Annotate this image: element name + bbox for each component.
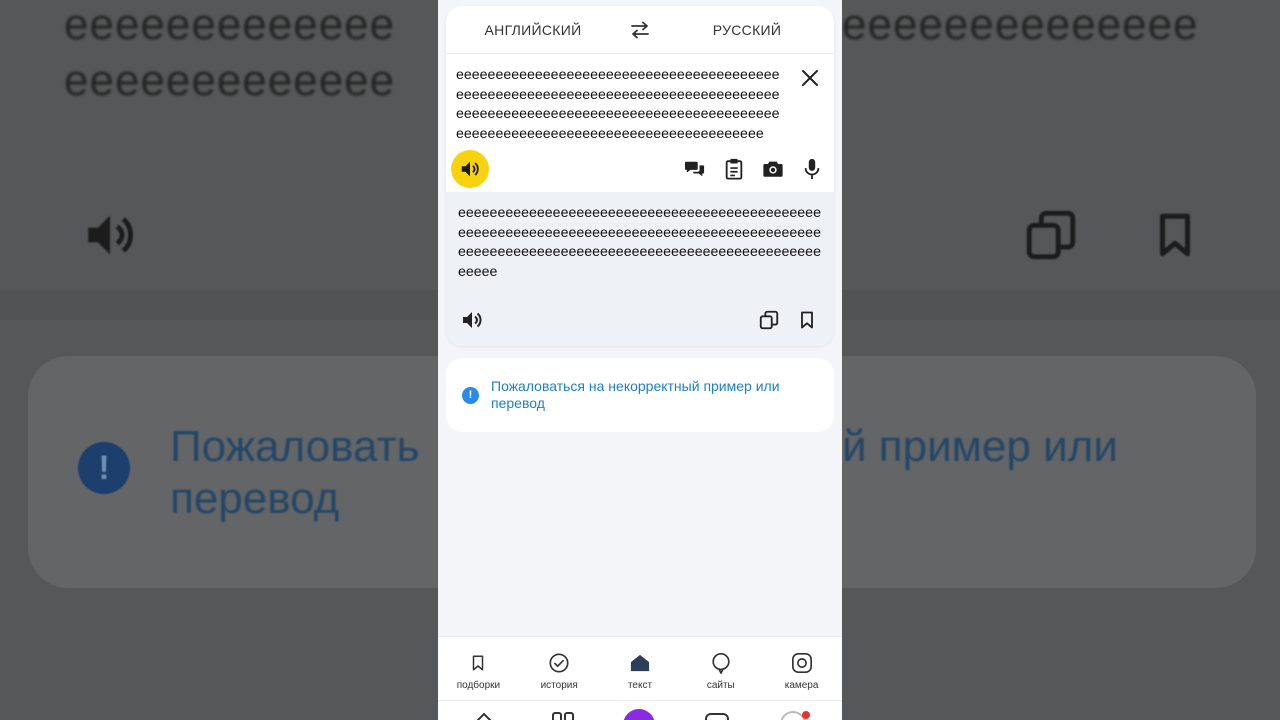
source-input-area[interactable]: eeeeeeeeeeeeeeeeeeeeeeeeeeeeeeeeeeeeeeee…: [446, 54, 834, 190]
clipboard-icon: [725, 158, 743, 180]
clear-button[interactable]: [798, 66, 822, 90]
paste-button[interactable]: [723, 158, 745, 180]
tab-sites[interactable]: сайты: [680, 637, 761, 700]
translation-speak-button[interactable]: [460, 308, 484, 337]
bg-report-line1-right: й пример или: [842, 422, 1118, 471]
bookmark-icon: [473, 655, 484, 671]
tab-collections[interactable]: подборки: [438, 637, 519, 700]
language-bar: АНГЛИЙСКИЙ РУССКИЙ: [446, 6, 834, 54]
translator-card: АНГЛИЙСКИЙ РУССКИЙ eeeeeeeeeeeeeeeeeeeee…: [446, 6, 834, 346]
sites-bubble-icon: [712, 653, 730, 674]
speaker-icon: [463, 312, 482, 328]
bg-speaker-icon: [88, 215, 133, 255]
camera-icon: [763, 161, 783, 177]
translation-text[interactable]: eeeeeeeeeeeeeeeeeeeeeeeeeeeeeeeeeeeeeeee…: [458, 204, 822, 282]
tab-camera[interactable]: камера: [761, 637, 842, 700]
info-icon: !: [462, 387, 479, 404]
tab-history[interactable]: история: [519, 637, 600, 700]
alice-assistant-icon[interactable]: [623, 709, 655, 720]
source-language-button[interactable]: АНГЛИЙСКИЙ: [446, 22, 620, 38]
bg-text-line1: eeeeeeeeeeeee: [64, 0, 396, 49]
phone-screen: АНГЛИЙСКИЙ РУССКИЙ eeeeeeeeeeeeeeeeeeeee…: [438, 0, 842, 720]
bottom-tab-bar: подборки история текст сайты камера: [438, 636, 842, 700]
copy-icon: [759, 310, 779, 330]
copy-button[interactable]: [758, 309, 780, 336]
source-toolbar: [446, 148, 834, 188]
swap-languages-button[interactable]: [620, 21, 660, 39]
notification-dot: [802, 711, 810, 719]
dialog-button[interactable]: [684, 158, 706, 180]
report-link[interactable]: Пожаловаться на некорректный пример или …: [491, 378, 818, 412]
bg-text-line1-right: eeeeeeeeeeeeee: [842, 0, 1199, 49]
tab-label: текст: [627, 680, 653, 691]
tab-label: история: [540, 680, 578, 691]
tab-label: сайты: [706, 680, 735, 691]
camera-button[interactable]: [762, 158, 784, 180]
bg-report-line1-left: Пожаловать: [170, 422, 420, 471]
chat-bubbles-icon: [685, 161, 705, 177]
source-speak-button[interactable]: [451, 150, 489, 188]
bg-text-line2: eeeeeeeeeeeee: [64, 56, 396, 105]
home-text-icon: [630, 654, 650, 672]
save-bookmark-button[interactable]: [797, 309, 817, 336]
translation-toolbar: [446, 308, 834, 332]
voice-input-button[interactable]: [801, 158, 823, 180]
microphone-icon: [804, 158, 820, 180]
home-outline-icon[interactable]: [472, 711, 496, 720]
bg-bookmark-icon: [1160, 213, 1190, 257]
bg-info-icon: !: [78, 442, 130, 494]
system-navigation-bar: [438, 700, 842, 720]
camera-lens-icon: [791, 653, 812, 673]
chat-icon[interactable]: [704, 711, 730, 720]
translation-area: eeeeeeeeeeeeeeeeeeeeeeeeeeeeeeeeeeeeeeee…: [446, 192, 834, 346]
tab-label: камера: [784, 680, 819, 691]
apps-grid-icon[interactable]: [551, 711, 575, 720]
swap-arrows-icon: [631, 21, 649, 38]
tab-label: подборки: [456, 680, 501, 691]
history-check-icon: [549, 653, 569, 673]
source-text[interactable]: eeeeeeeeeeeeeeeeeeeeeeeeeeeeeeeeeeeeeeee…: [456, 66, 786, 144]
target-language-button[interactable]: РУССКИЙ: [660, 22, 834, 38]
speaker-icon: [461, 161, 479, 177]
report-card[interactable]: ! Пожаловаться на некорректный пример ил…: [446, 358, 834, 432]
close-icon: [802, 70, 818, 86]
bookmark-icon: [801, 311, 813, 329]
tab-text[interactable]: текст: [600, 637, 681, 700]
bg-report-line2: перевод: [170, 474, 340, 523]
bg-copy-icon: [1026, 210, 1076, 260]
